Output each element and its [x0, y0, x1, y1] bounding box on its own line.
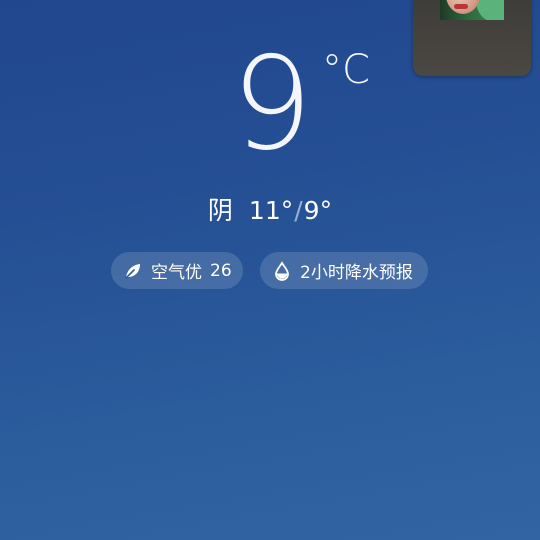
- precipitation-forecast-button[interactable]: 2小时降水预报: [260, 252, 428, 289]
- temperature-unit: °C: [322, 47, 370, 93]
- leaf-icon: [123, 261, 143, 281]
- weather-summary: 阴 11°/9°: [0, 194, 540, 228]
- air-quality-value: 26: [210, 260, 232, 281]
- temperature-separator: /: [294, 196, 303, 225]
- weather-condition: 阴: [207, 196, 233, 225]
- picture-in-picture-window[interactable]: [413, 0, 531, 76]
- air-quality-label: 空气优: [151, 263, 202, 283]
- current-temperature: 9: [231, 30, 312, 179]
- temperature-high: 11°: [248, 196, 294, 225]
- air-quality-button[interactable]: 空气优 26: [111, 252, 243, 289]
- temperature-low: 9°: [303, 196, 333, 225]
- precipitation-forecast-label: 2小时降水预报: [300, 263, 413, 283]
- water-drop-icon: [272, 260, 292, 281]
- video-thumbnail: [440, 0, 504, 20]
